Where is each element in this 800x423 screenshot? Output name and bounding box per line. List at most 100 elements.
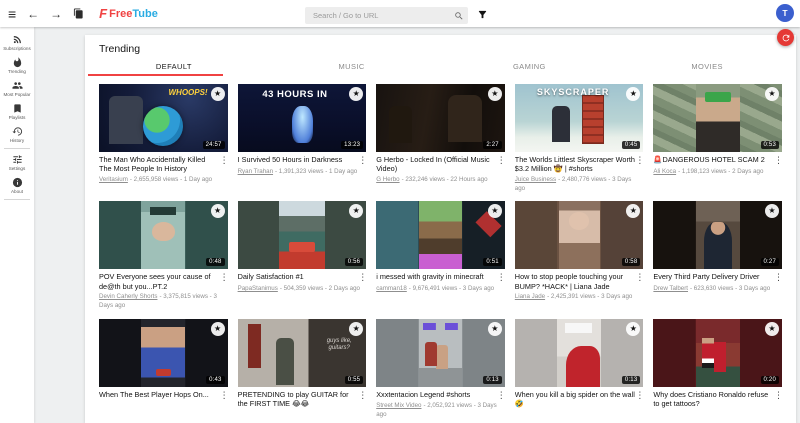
video-card[interactable]: ★ 2:27 G Herbo - Locked In (Official Mus…	[376, 84, 505, 193]
tab-gaming[interactable]: GAMING	[441, 62, 619, 76]
video-card[interactable]: ★ 0:13 When you kill a big spider on the…	[515, 319, 644, 420]
video-title[interactable]: POV Everyone sees your cause of de@th bu…	[99, 272, 220, 291]
video-title[interactable]: Daily Satisfaction #1	[238, 272, 359, 283]
kebab-menu-icon[interactable]: ⋮	[358, 390, 366, 409]
video-thumbnail[interactable]: ★ 0:13	[515, 319, 644, 387]
kebab-menu-icon[interactable]: ⋮	[220, 272, 228, 291]
video-thumbnail[interactable]: 43 HOURS IN ★ 13:23	[238, 84, 367, 152]
sidebar-item-about[interactable]: About	[0, 174, 34, 197]
search-input[interactable]	[305, 7, 468, 24]
kebab-menu-icon[interactable]: ⋮	[497, 390, 505, 401]
video-thumbnail[interactable]: ★ 0:20	[653, 319, 782, 387]
video-card[interactable]: ★ 0:13 Xxxtentacion Legend #shorts ⋮ Str…	[376, 319, 505, 420]
kebab-menu-icon[interactable]: ⋮	[497, 155, 505, 174]
save-to-playlist-button[interactable]: ★	[626, 322, 640, 336]
kebab-menu-icon[interactable]: ⋮	[635, 272, 643, 291]
video-thumbnail[interactable]: ★ 0:43	[99, 319, 228, 387]
save-to-playlist-button[interactable]: ★	[626, 204, 640, 218]
video-card[interactable]: 43 HOURS IN ★ 13:23 I Survived 50 Hours …	[238, 84, 367, 193]
video-title[interactable]: The Man Who Accidentally Killed The Most…	[99, 155, 220, 174]
video-thumbnail[interactable]: ★ 0:51	[376, 201, 505, 269]
save-to-playlist-button[interactable]: ★	[211, 87, 225, 101]
kebab-menu-icon[interactable]: ⋮	[774, 155, 782, 166]
video-thumbnail[interactable]: ★ 0:48	[99, 201, 228, 269]
save-to-playlist-button[interactable]: ★	[488, 87, 502, 101]
channel-link[interactable]: Liana Jade	[515, 293, 545, 300]
kebab-menu-icon[interactable]: ⋮	[358, 272, 366, 283]
kebab-menu-icon[interactable]: ⋮	[635, 155, 643, 174]
refresh-button[interactable]	[777, 29, 794, 46]
video-title[interactable]: How to stop people touching your BUMP? *…	[515, 272, 636, 291]
video-title[interactable]: Why does Cristiano Ronaldo refuse to get…	[653, 390, 774, 409]
save-to-playlist-button[interactable]: ★	[349, 204, 363, 218]
channel-link[interactable]: Street Mix Video	[376, 402, 421, 409]
video-title[interactable]: Xxxtentacion Legend #shorts	[376, 390, 497, 401]
video-thumbnail[interactable]: SKYSCRAPER ★ 0:45	[515, 84, 644, 152]
save-to-playlist-button[interactable]: ★	[349, 322, 363, 336]
video-thumbnail[interactable]: ★ 0:53	[653, 84, 782, 152]
video-thumbnail[interactable]: guys like, guitars? ★ 0:55	[238, 319, 367, 387]
video-thumbnail[interactable]: ★ 0:13	[376, 319, 505, 387]
save-to-playlist-button[interactable]: ★	[765, 87, 779, 101]
profile-avatar[interactable]: T	[776, 4, 794, 22]
kebab-menu-icon[interactable]: ⋮	[774, 390, 782, 409]
kebab-menu-icon[interactable]: ⋮	[635, 390, 643, 409]
new-window-icon[interactable]	[73, 8, 84, 19]
hamburger-menu-icon[interactable]: ≡	[8, 7, 16, 21]
save-to-playlist-button[interactable]: ★	[488, 322, 502, 336]
video-title[interactable]: Every Third Party Delivery Driver	[653, 272, 774, 283]
channel-link[interactable]: Devin Caherly Shorts	[99, 293, 157, 300]
sidebar-item-most-popular[interactable]: Most Popular	[0, 77, 34, 100]
video-card[interactable]: guys like, guitars? ★ 0:55 PRETENDING to…	[238, 319, 367, 420]
filter-icon[interactable]	[477, 7, 488, 25]
sidebar-item-playlists[interactable]: Playlists	[0, 100, 34, 123]
channel-link[interactable]: Veritasium	[99, 176, 128, 183]
channel-link[interactable]: Ali Koca	[653, 168, 676, 175]
channel-link[interactable]: PapaStanimus	[238, 285, 278, 292]
channel-link[interactable]: Drew Talbert	[653, 285, 688, 292]
video-thumbnail[interactable]: ★ 0:56	[238, 201, 367, 269]
kebab-menu-icon[interactable]: ⋮	[220, 390, 228, 401]
save-to-playlist-button[interactable]: ★	[211, 204, 225, 218]
tab-default[interactable]: DEFAULT	[85, 62, 263, 76]
video-title[interactable]: PRETENDING to play GUITAR for the FIRST …	[238, 390, 359, 409]
channel-link[interactable]: Juice Business	[515, 176, 556, 183]
video-title[interactable]: i messed with gravity in minecraft	[376, 272, 497, 283]
save-to-playlist-button[interactable]: ★	[626, 87, 640, 101]
video-card[interactable]: ★ 0:20 Why does Cristiano Ronaldo refuse…	[653, 319, 782, 420]
video-card[interactable]: ★ 0:43 When The Best Player Hops On... ⋮	[99, 319, 228, 420]
save-to-playlist-button[interactable]: ★	[765, 204, 779, 218]
save-to-playlist-button[interactable]: ★	[488, 204, 502, 218]
video-thumbnail[interactable]: ★ 0:27	[653, 201, 782, 269]
kebab-menu-icon[interactable]: ⋮	[774, 272, 782, 283]
sidebar-item-settings[interactable]: Settings	[0, 151, 34, 174]
video-card[interactable]: ★ 0:58 How to stop people touching your …	[515, 201, 644, 310]
video-card[interactable]: WHOOPS! ★ 24:57 The Man Who Accidentally…	[99, 84, 228, 193]
kebab-menu-icon[interactable]: ⋮	[358, 155, 366, 166]
channel-link[interactable]: Ryan Trahan	[238, 168, 273, 175]
save-to-playlist-button[interactable]: ★	[349, 87, 363, 101]
video-card[interactable]: ★ 0:53 🚨DANGEROUS HOTEL SCAM 2 ⋮ Ali Koc…	[653, 84, 782, 193]
kebab-menu-icon[interactable]: ⋮	[497, 272, 505, 283]
video-title[interactable]: When The Best Player Hops On...	[99, 390, 220, 401]
save-to-playlist-button[interactable]: ★	[211, 322, 225, 336]
channel-link[interactable]: G Herbo	[376, 176, 399, 183]
freetube-logo[interactable]: F FreeTube	[99, 6, 158, 21]
video-title[interactable]: The Worlds Littlest Skyscraper Worth $3.…	[515, 155, 636, 174]
forward-arrow-icon[interactable]: →	[50, 8, 62, 20]
search-icon[interactable]	[454, 8, 464, 26]
video-thumbnail[interactable]: ★ 2:27	[376, 84, 505, 152]
video-card[interactable]: SKYSCRAPER ★ 0:45 The Worlds Littlest Sk…	[515, 84, 644, 193]
video-title[interactable]: 🚨DANGEROUS HOTEL SCAM 2	[653, 155, 774, 166]
save-to-playlist-button[interactable]: ★	[765, 322, 779, 336]
video-title[interactable]: I Survived 50 Hours in Darkness	[238, 155, 359, 166]
tab-music[interactable]: MUSIC	[263, 62, 441, 76]
video-card[interactable]: ★ 0:56 Daily Satisfaction #1 ⋮ PapaStani…	[238, 201, 367, 310]
back-arrow-icon[interactable]: ←	[27, 8, 39, 20]
video-card[interactable]: ★ 0:27 Every Third Party Delivery Driver…	[653, 201, 782, 310]
video-title[interactable]: G Herbo - Locked In (Official Music Vide…	[376, 155, 497, 174]
tab-movies[interactable]: MOVIES	[618, 62, 796, 76]
sidebar-item-trending[interactable]: Trending	[0, 54, 34, 77]
channel-link[interactable]: camman18	[376, 285, 407, 292]
video-title[interactable]: When you kill a big spider on the wall 🤣	[515, 390, 636, 409]
